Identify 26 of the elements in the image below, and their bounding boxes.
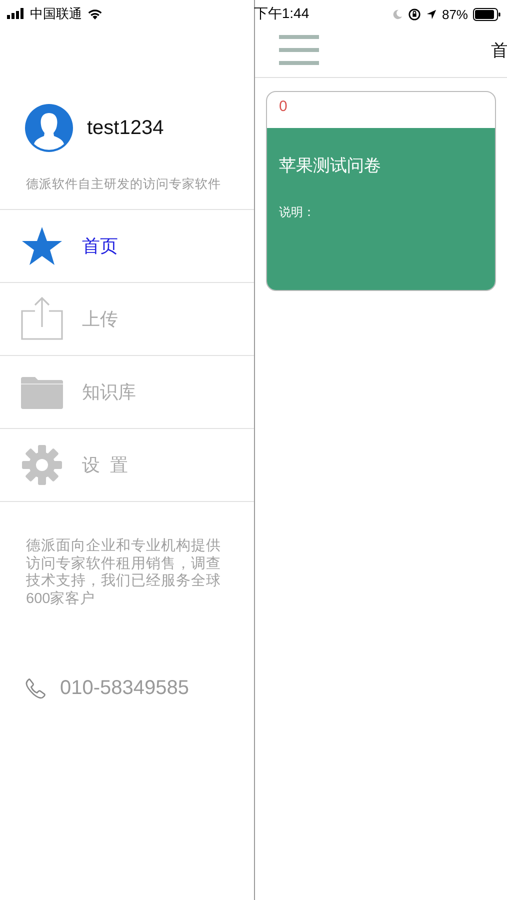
clock-time: 下午1:44 [254,5,310,23]
tagline: 德派软件自主研发的访问专家软件 [25,176,222,193]
battery-percent: 87% [442,6,468,22]
menu-item[interactable]: 设 置 [0,429,254,502]
about-text: 德派面向企业和专业机构提供访问专家软件租用销售，调查技术支持，我们已经服务全球600家客户 [25,537,222,608]
battery-icon [473,8,501,20]
card-title: 苹果测试问卷 [279,155,382,177]
rotation-lock-icon [408,8,421,20]
upload-icon [20,297,64,341]
carrier-name: 中国联通 [30,5,82,23]
phone-number: 010-58349585 [60,677,190,700]
settings-icon [20,443,64,487]
username: test1234 [87,116,164,140]
avatar-icon[interactable] [25,104,73,152]
signal-icon [7,8,25,20]
wifi-icon [87,8,103,20]
description-label: 说明： [279,204,316,221]
count-label: 0 [279,98,288,115]
location-arrow-icon [426,8,437,20]
menu-item[interactable]: 首页 [0,210,254,283]
menu-item[interactable]: 知识库 [0,356,254,429]
menu-icon [279,35,319,65]
phone-icon [25,678,46,699]
page-title: 首 [491,40,507,62]
survey-card[interactable]: 0 苹果测试问卷 说明： [266,91,496,291]
moon-icon [392,8,403,20]
